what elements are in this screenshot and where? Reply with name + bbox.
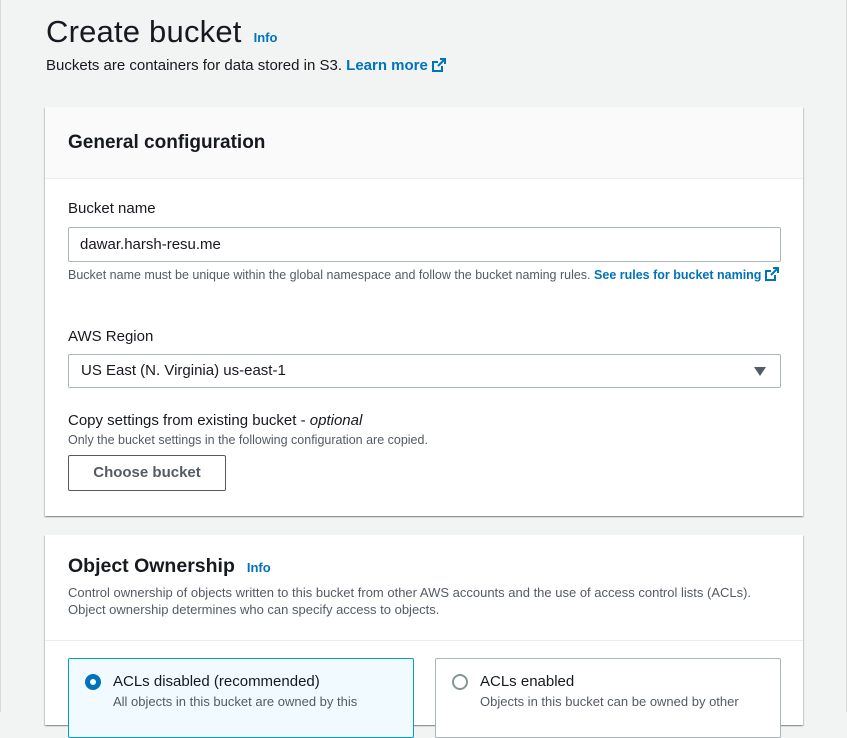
page-description: Buckets are containers for data stored i…: [46, 56, 806, 76]
left-border: [0, 0, 1, 712]
aws-region-label: AWS Region: [68, 328, 154, 345]
bucket-name-help-text: Bucket name must be unique within the gl…: [68, 268, 591, 282]
object-ownership-title-row: Object Ownership Info: [68, 555, 780, 578]
external-link-icon: [431, 58, 446, 72]
aws-region-select[interactable]: US East (N. Virginia) us-east-1: [68, 354, 781, 388]
info-link[interactable]: Info: [254, 30, 278, 45]
copy-settings-help: Only the bucket settings in the followin…: [68, 433, 428, 447]
acls-enabled-label: ACLs enabled: [480, 673, 575, 690]
naming-rules-label: See rules for bucket naming: [594, 268, 762, 282]
acls-disabled-label: ACLs disabled (recommended): [113, 673, 320, 690]
acls-enabled-radio[interactable]: [452, 674, 468, 690]
page-header: Create bucket Info Buckets are container…: [46, 12, 806, 76]
aws-region-value: US East (N. Virginia) us-east-1: [81, 362, 286, 379]
acls-disabled-radio[interactable]: [85, 674, 101, 690]
acls-disabled-tile[interactable]: ACLs disabled (recommended) All objects …: [68, 658, 414, 738]
choose-bucket-button[interactable]: Choose bucket: [68, 455, 226, 491]
ownership-info-link[interactable]: Info: [247, 560, 271, 575]
acls-disabled-description: All objects in this bucket are owned by …: [113, 694, 358, 709]
object-ownership-description: Control ownership of objects written to …: [68, 585, 752, 617]
naming-rules-link[interactable]: See rules for bucket naming: [594, 267, 780, 282]
copy-settings-text: Copy settings from existing bucket -: [68, 412, 310, 429]
object-ownership-header: Object Ownership Info Control ownership …: [45, 535, 803, 618]
general-configuration-panel: General configuration Bucket name dawar.…: [45, 107, 803, 516]
object-ownership-title: Object Ownership: [68, 555, 235, 577]
acls-enabled-description: Objects in this bucket can be owned by o…: [480, 694, 739, 709]
copy-settings-label: Copy settings from existing bucket - opt…: [68, 412, 362, 429]
bucket-name-help: Bucket name must be unique within the gl…: [68, 266, 788, 284]
title-row: Create bucket Info: [46, 12, 806, 52]
caret-down-icon: [754, 367, 766, 376]
acls-enabled-tile[interactable]: ACLs enabled Objects in this bucket can …: [435, 658, 781, 738]
bucket-name-label: Bucket name: [68, 200, 156, 217]
optional-tag: optional: [309, 412, 363, 429]
general-configuration-header: General configuration: [45, 107, 803, 179]
divider: [45, 640, 803, 641]
object-ownership-panel: Object Ownership Info Control ownership …: [45, 535, 803, 738]
page-title: Create bucket: [46, 14, 242, 49]
page-description-text: Buckets are containers for data stored i…: [46, 57, 342, 74]
learn-more-link[interactable]: Learn more: [346, 57, 447, 74]
general-configuration-title: General configuration: [68, 131, 266, 153]
external-link-icon: [765, 267, 780, 281]
learn-more-label: Learn more: [346, 57, 428, 74]
bucket-name-input[interactable]: dawar.harsh-resu.me: [68, 227, 781, 262]
